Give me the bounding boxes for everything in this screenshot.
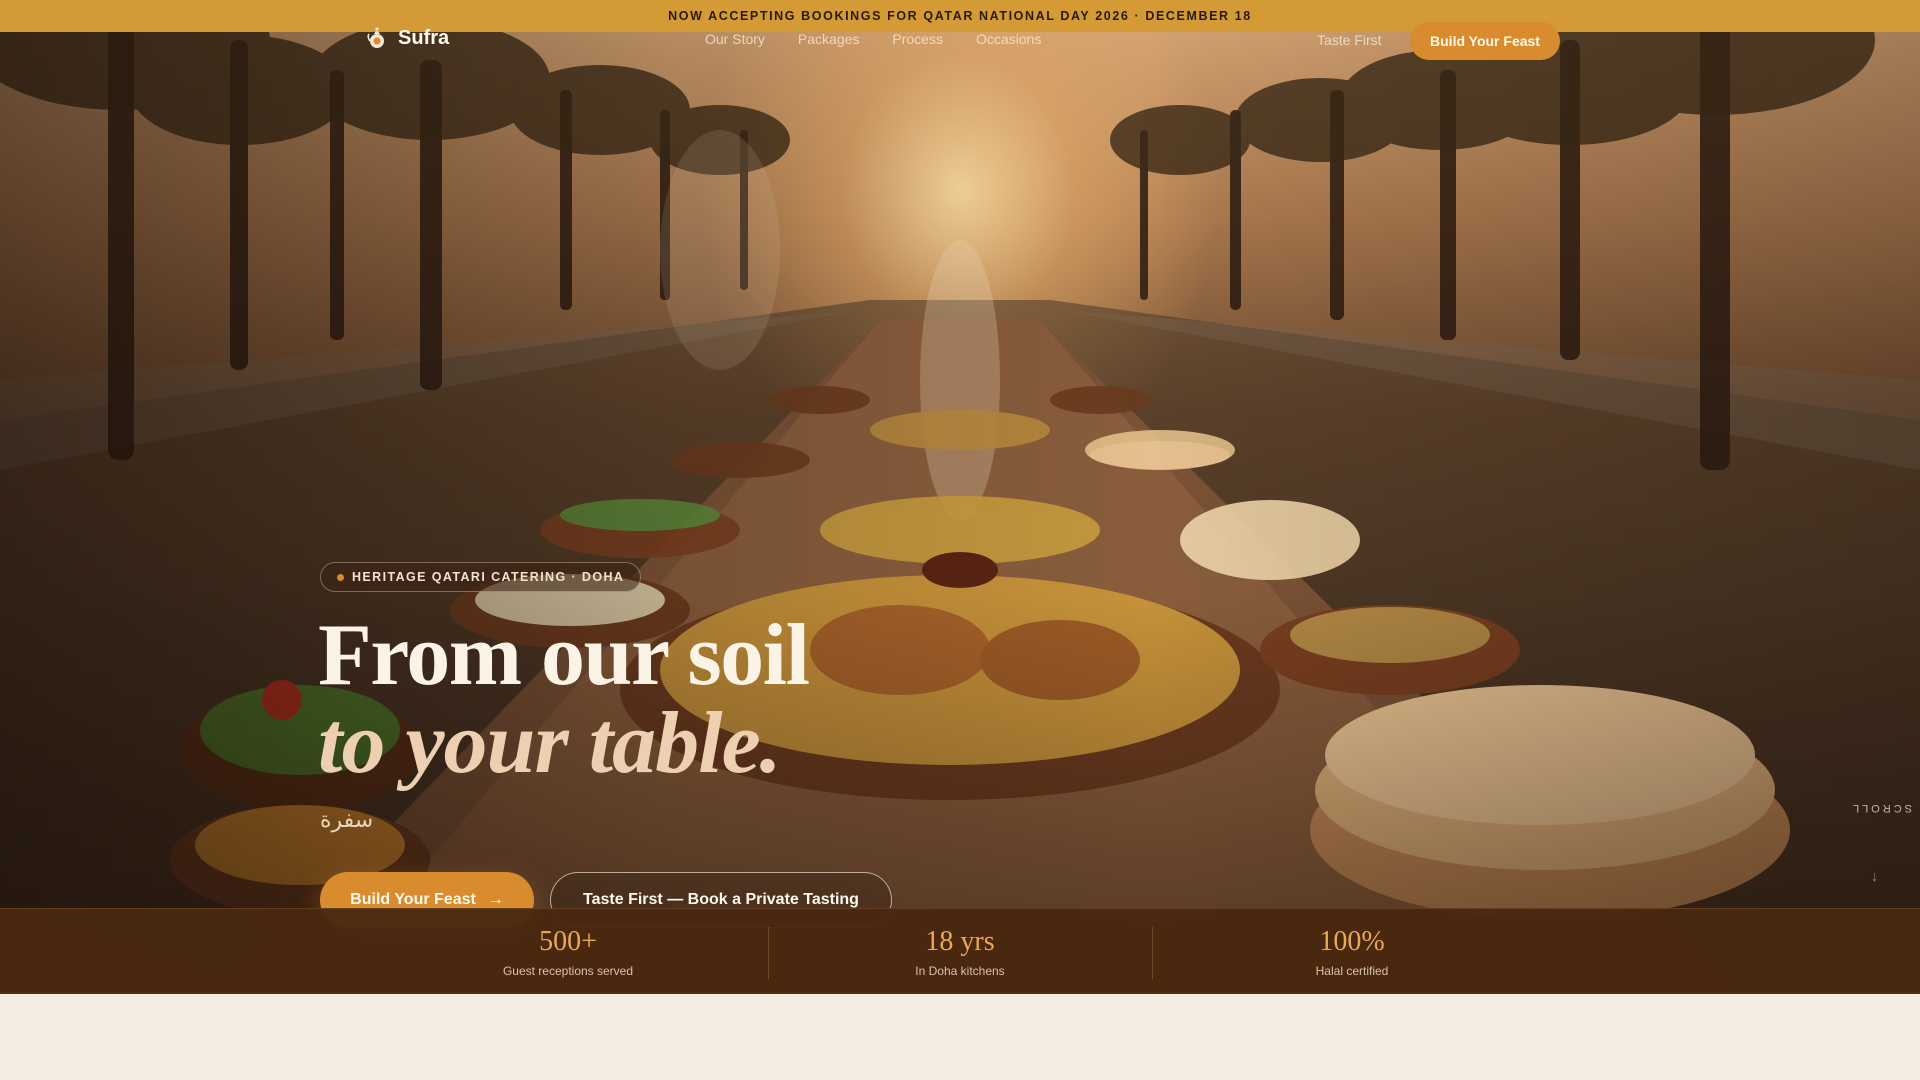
stat-value: 100% [1319,926,1385,957]
headline-line-2: to your table. [318,695,782,792]
stats-band: 500+ Guest receptions served 18 yrs In D… [0,908,1920,994]
arrow-right-icon: → [487,891,504,908]
brand-name: Sufra [398,26,450,49]
arabic-wordmark: سفرة [320,808,374,833]
stat-value: 18 yrs [925,926,995,957]
arrow-down-icon[interactable]: ↓ [1871,868,1878,884]
build-feast-label: Build Your Feast [350,891,476,908]
stat-years: 18 yrs In Doha kitchens [768,909,1152,995]
stat-label: Guest receptions served [502,964,634,978]
nav-links: Our Story Packages Process Occasions [705,31,1041,47]
hero-section [0,0,1920,992]
eyebrow-text: HERITAGE QATARI CATERING · DOHA [352,570,625,584]
nav-link-process[interactable]: Process [892,31,943,47]
headline-line-1: From our soil [318,607,810,704]
stat-divider [1152,927,1153,979]
stat-label: Halal certified [1315,964,1389,978]
dallah-coffee-pot-icon [367,27,384,48]
nav-link-occasions[interactable]: Occasions [976,31,1041,47]
stat-value: 500+ [539,926,597,957]
announcement-text: NOW ACCEPTING BOOKINGS FOR QATAR NATIONA… [668,9,1252,23]
badge-dot [337,573,344,581]
next-section-background [0,994,1920,1080]
stat-label: In Doha kitchens [915,964,1005,978]
hero-overlay [0,0,1920,992]
nav-link-packages[interactable]: Packages [798,31,859,47]
brand-logo[interactable]: Sufra [366,26,449,50]
nav-link-taste-first[interactable]: Taste First [1317,32,1382,48]
hero-headline: From our soil to your table. [318,607,810,792]
top-nav: Sufra Our Story Packages Process Occasio… [0,22,1920,60]
stat-receptions: 500+ Guest receptions served [376,909,760,995]
nav-link-our-story[interactable]: Our Story [705,31,765,47]
hero-eyebrow-badge: HERITAGE QATARI CATERING · DOHA [320,562,642,592]
stat-halal: 100% Halal certified [1160,909,1544,995]
scroll-label: SCROLL [1850,802,1913,814]
nav-build-feast-button[interactable]: Build Your Feast [1410,22,1560,60]
